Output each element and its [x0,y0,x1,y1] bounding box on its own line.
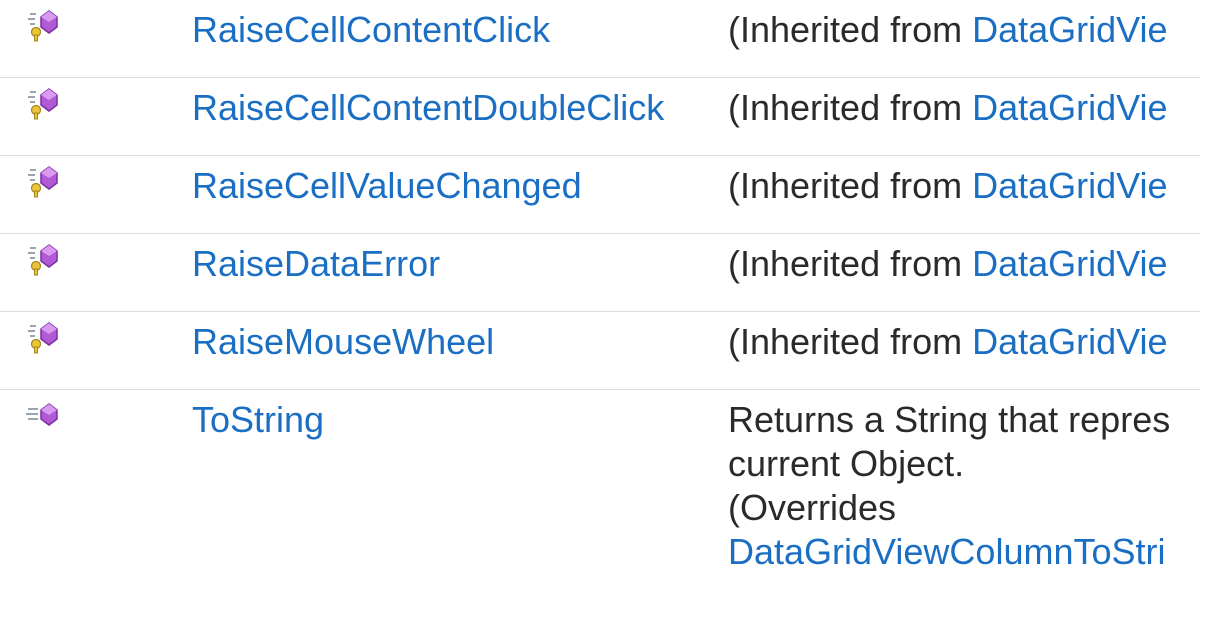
inherited-from-text: (Inherited from [728,321,973,362]
description-text: current Object. [728,443,965,484]
overrides-text: (Overrides [728,487,897,528]
protected-method-icon [24,320,60,354]
inherited-from-text: (Inherited from [728,87,973,128]
methods-table: RaiseCellContentClick (Inherited from Da… [0,0,1200,599]
member-link-raisedataerror[interactable]: RaiseDataError [192,243,440,284]
table-row: RaiseCellValueChanged (Inherited from Da… [0,155,1200,234]
protected-method-icon [24,86,60,120]
inherited-from-text: (Inherited from [728,243,973,284]
member-link-raisecellcontentclick[interactable]: RaiseCellContentClick [192,9,550,50]
member-link-raisecellvaluechanged[interactable]: RaiseCellValueChanged [192,165,582,206]
member-link-raisemousewheel[interactable]: RaiseMouseWheel [192,321,494,362]
table-row: RaiseCellContentClick (Inherited from Da… [0,0,1200,78]
member-link-raisecellcontentdoubleclick[interactable]: RaiseCellContentDoubleClick [192,87,664,128]
inherited-from-link[interactable]: DataGridVie [972,9,1167,50]
overrides-link[interactable]: DataGridViewColumnToStri [728,530,1200,574]
protected-method-icon [24,164,60,198]
inherited-from-link[interactable]: DataGridVie [972,87,1167,128]
inherited-from-text: (Inherited from [728,9,973,50]
member-link-tostring[interactable]: ToString [192,399,324,440]
table-row: RaiseCellContentDoubleClick (Inherited f… [0,77,1200,156]
table-row: RaiseDataError (Inherited from DataGridV… [0,233,1200,312]
table-row: RaiseMouseWheel (Inherited from DataGrid… [0,311,1200,390]
members-table-viewport: RaiseCellContentClick (Inherited from Da… [0,0,1200,623]
inherited-from-link[interactable]: DataGridVie [972,321,1167,362]
protected-method-icon [24,242,60,276]
inherited-from-link[interactable]: DataGridVie [972,243,1167,284]
description-text: Returns a String that repres [728,399,1171,440]
table-row: ToString Returns a String that repres cu… [0,390,1200,600]
inherited-from-text: (Inherited from [728,165,973,206]
inherited-from-link[interactable]: DataGridVie [972,165,1167,206]
public-method-icon [24,398,60,432]
protected-method-icon [24,8,60,42]
